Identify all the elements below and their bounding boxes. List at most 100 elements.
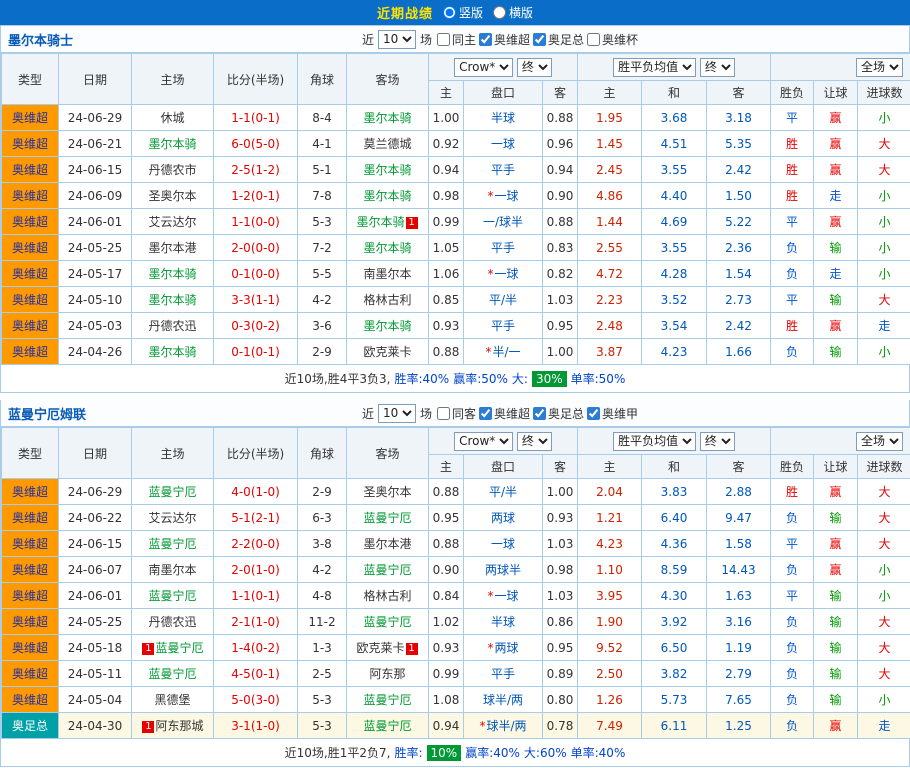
team-name[interactable]: 艾云达尔 <box>148 511 196 525</box>
home-team-cell[interactable]: 墨尔本骑 <box>132 261 214 287</box>
league-cell[interactable]: 奥维超 <box>2 287 59 313</box>
away-team-cell[interactable]: 墨尔本骑 <box>347 183 429 209</box>
home-team-cell[interactable]: 1阿东那城 <box>132 713 214 739</box>
team-name[interactable]: 蓝曼宁厄 <box>148 667 196 681</box>
team-name[interactable]: 蓝曼宁厄 <box>363 511 411 525</box>
team-name[interactable]: 欧克莱卡 <box>363 345 411 359</box>
filter-checkbox[interactable] <box>533 407 546 420</box>
away-team-cell[interactable]: 蓝曼宁厄 <box>347 609 429 635</box>
away-team-cell[interactable]: 墨尔本港 <box>347 531 429 557</box>
bookmaker-select[interactable]: Crow* <box>454 432 513 451</box>
scope-select[interactable]: 全场 <box>856 58 903 77</box>
team-name[interactable]: 丹德农迅 <box>148 319 196 333</box>
team-name[interactable]: 墨尔本骑 <box>148 293 196 307</box>
team-name[interactable]: 蓝曼宁厄 <box>363 615 411 629</box>
team-name[interactable]: 墨尔本骑 <box>363 241 411 255</box>
team-name[interactable]: 阿东那 <box>369 667 405 681</box>
away-team-cell[interactable]: 阿东那 <box>347 661 429 687</box>
league-filter-option[interactable]: 同主 <box>436 31 476 48</box>
league-cell[interactable]: 奥维超 <box>2 339 59 365</box>
team-name[interactable]: 格林古利 <box>363 589 411 603</box>
filter-checkbox[interactable] <box>587 407 600 420</box>
team-name[interactable]: 丹德农迅 <box>148 615 196 629</box>
league-cell[interactable]: 奥维超 <box>2 505 59 531</box>
league-filter-option[interactable]: 奥足总 <box>532 405 584 422</box>
league-cell[interactable]: 奥维超 <box>2 183 59 209</box>
away-team-cell[interactable]: 蓝曼宁厄 <box>347 557 429 583</box>
league-cell[interactable]: 奥维超 <box>2 313 59 339</box>
layout-horizontal-option[interactable]: 横版 <box>493 4 533 21</box>
team-name[interactable]: 南墨尔本 <box>148 563 196 577</box>
team-name[interactable]: 圣奥尔本 <box>148 189 196 203</box>
team-name[interactable]: 墨尔本骑 <box>148 137 196 151</box>
league-filter-option[interactable]: 奥维超 <box>478 31 530 48</box>
away-team-cell[interactable]: 欧克莱卡 <box>347 339 429 365</box>
away-team-cell[interactable]: 蓝曼宁厄 <box>347 505 429 531</box>
team-title[interactable]: 墨尔本骑士 <box>1 30 211 49</box>
team-name[interactable]: 圣奥尔本 <box>363 485 411 499</box>
filter-checkbox[interactable] <box>479 33 492 46</box>
vertical-radio[interactable] <box>443 6 456 19</box>
home-team-cell[interactable]: 1蓝曼宁厄 <box>132 635 214 661</box>
avg-stage-select[interactable]: 终 <box>700 432 735 451</box>
away-team-cell[interactable]: 莫兰德城 <box>347 131 429 157</box>
avg-stage-select[interactable]: 终 <box>700 58 735 77</box>
away-team-cell[interactable]: 圣奥尔本 <box>347 479 429 505</box>
league-filter-option[interactable]: 同客 <box>436 405 476 422</box>
league-cell[interactable]: 奥维超 <box>2 687 59 713</box>
recent-count-select[interactable]: 10 <box>378 30 416 49</box>
league-cell[interactable]: 奥维超 <box>2 105 59 131</box>
away-team-cell[interactable]: 蓝曼宁厄 <box>347 687 429 713</box>
league-cell[interactable]: 奥维超 <box>2 261 59 287</box>
away-team-cell[interactable]: 墨尔本骑1 <box>347 209 429 235</box>
league-cell[interactable]: 奥维超 <box>2 609 59 635</box>
recent-count-select[interactable]: 10 <box>378 404 416 423</box>
league-cell[interactable]: 奥维超 <box>2 131 59 157</box>
league-filter-option[interactable]: 奥维超 <box>478 405 530 422</box>
filter-checkbox[interactable] <box>437 33 450 46</box>
away-team-cell[interactable]: 南墨尔本 <box>347 261 429 287</box>
home-team-cell[interactable]: 南墨尔本 <box>132 557 214 583</box>
league-filter-option[interactable]: 奥维甲 <box>586 405 638 422</box>
team-name[interactable]: 墨尔本港 <box>148 241 196 255</box>
home-team-cell[interactable]: 休城 <box>132 105 214 131</box>
home-team-cell[interactable]: 蓝曼宁厄 <box>132 479 214 505</box>
team-name[interactable]: 墨尔本骑 <box>363 319 411 333</box>
team-name[interactable]: 墨尔本骑 <box>363 111 411 125</box>
away-team-cell[interactable]: 墨尔本骑 <box>347 313 429 339</box>
league-cell[interactable]: 奥维超 <box>2 557 59 583</box>
filter-checkbox[interactable] <box>437 407 450 420</box>
league-cell[interactable]: 奥维超 <box>2 479 59 505</box>
filter-checkbox[interactable] <box>533 33 546 46</box>
league-cell[interactable]: 奥维超 <box>2 235 59 261</box>
league-cell[interactable]: 奥维超 <box>2 209 59 235</box>
team-name[interactable]: 丹德农市 <box>148 163 196 177</box>
team-name[interactable]: 蓝曼宁厄 <box>155 641 203 655</box>
home-team-cell[interactable]: 丹德农迅 <box>132 313 214 339</box>
away-team-cell[interactable]: 墨尔本骑 <box>347 235 429 261</box>
league-filter-option[interactable]: 奥维杯 <box>586 31 638 48</box>
team-title[interactable]: 蓝曼宁厄姆联 <box>1 404 211 423</box>
filter-checkbox[interactable] <box>587 33 600 46</box>
horizontal-radio[interactable] <box>493 6 506 19</box>
avg-odds-select[interactable]: 胜平负均值 <box>613 432 696 451</box>
team-name[interactable]: 蓝曼宁厄 <box>363 563 411 577</box>
away-team-cell[interactable]: 蓝曼宁厄 <box>347 713 429 739</box>
team-name[interactable]: 蓝曼宁厄 <box>363 719 411 733</box>
league-cell[interactable]: 奥维超 <box>2 661 59 687</box>
team-name[interactable]: 莫兰德城 <box>363 137 411 151</box>
team-name[interactable]: 蓝曼宁厄 <box>148 537 196 551</box>
team-name[interactable]: 艾云达尔 <box>148 215 196 229</box>
team-name[interactable]: 蓝曼宁厄 <box>148 485 196 499</box>
home-team-cell[interactable]: 蓝曼宁厄 <box>132 583 214 609</box>
home-team-cell[interactable]: 蓝曼宁厄 <box>132 661 214 687</box>
scope-select[interactable]: 全场 <box>856 432 903 451</box>
team-name[interactable]: 休城 <box>160 111 184 125</box>
home-team-cell[interactable]: 蓝曼宁厄 <box>132 531 214 557</box>
league-filter-option[interactable]: 奥足总 <box>532 31 584 48</box>
team-name[interactable]: 墨尔本骑 <box>363 163 411 177</box>
home-team-cell[interactable]: 艾云达尔 <box>132 209 214 235</box>
team-name[interactable]: 墨尔本骑 <box>148 345 196 359</box>
odds-stage-select[interactable]: 终 <box>517 58 552 77</box>
away-team-cell[interactable]: 格林古利 <box>347 287 429 313</box>
